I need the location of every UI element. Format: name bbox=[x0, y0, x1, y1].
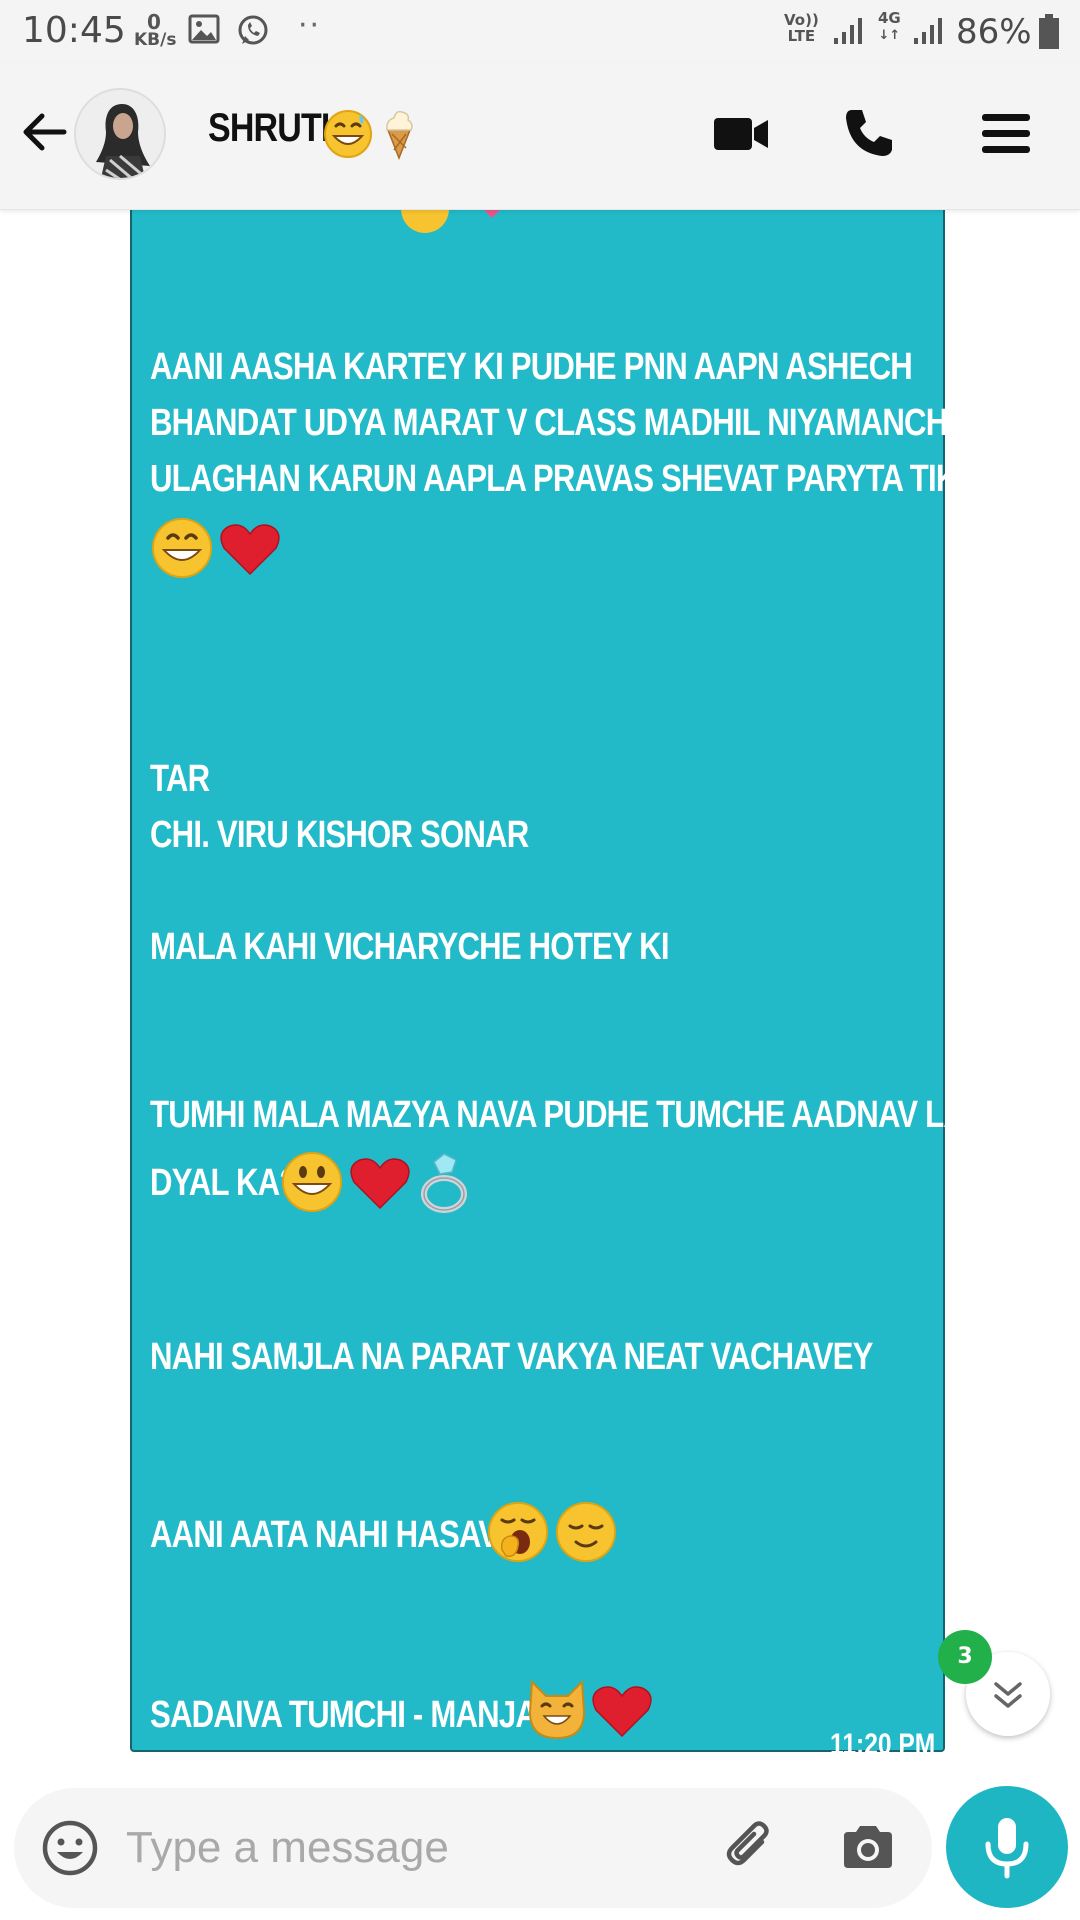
camera-icon[interactable] bbox=[838, 1818, 898, 1878]
message-line: BHANDAT UDYA MARAT V CLASS MADHIL NIYAMA… bbox=[150, 402, 968, 444]
whatsapp-icon bbox=[238, 15, 268, 45]
message-timestamp: 11:20 PM bbox=[830, 1728, 936, 1761]
message-line: CHI. VIRU KISHOR SONAR bbox=[150, 814, 529, 856]
gallery-icon bbox=[188, 14, 220, 44]
net-speed-unit: KB/s bbox=[134, 30, 177, 50]
video-call-icon[interactable] bbox=[712, 112, 772, 156]
message-line: AANI AASHA KARTEY KI PUDHE PNN AAPN ASHE… bbox=[150, 346, 913, 388]
red-heart-emoji-icon bbox=[350, 1158, 410, 1210]
ice-cream-emoji-icon bbox=[386, 110, 413, 160]
message-input[interactable] bbox=[126, 1816, 686, 1880]
network-type: 4G ↓↑ bbox=[878, 10, 901, 44]
message-composer bbox=[14, 1788, 932, 1908]
battery-percentage: 86% bbox=[956, 12, 1032, 52]
more-notifications-icon: ·· bbox=[298, 8, 322, 43]
voice-call-icon[interactable] bbox=[842, 106, 896, 160]
message-line: ULAGHAN KARUN AAPLA PRAVAS SHEVAT PARYTA… bbox=[150, 458, 1017, 500]
message-line: SADAIVA TUMCHI - MANJAR bbox=[150, 1694, 560, 1736]
attach-icon[interactable] bbox=[718, 1816, 782, 1880]
back-arrow-icon[interactable] bbox=[18, 106, 70, 158]
red-heart-emoji-icon bbox=[220, 524, 280, 576]
chat-messages-area[interactable]: AANI AASHA KARTEY KI PUDHE PNN AAPN ASHE… bbox=[0, 210, 1080, 1770]
partial-emoji-icon bbox=[401, 210, 449, 233]
message-line: TUMHI MALA MAZYA NAVA PUDHE TUMCHE AADNA… bbox=[150, 1094, 988, 1136]
chat-header: SHRUTI bbox=[0, 64, 1080, 210]
message-line: TAR bbox=[150, 758, 210, 800]
message-line: AANI AATA NAHI HASAVE bbox=[150, 1514, 519, 1556]
contact-avatar[interactable] bbox=[74, 88, 166, 180]
mic-button[interactable] bbox=[946, 1786, 1068, 1908]
unread-count-badge[interactable]: 3 bbox=[938, 1630, 992, 1684]
microphone-icon bbox=[985, 1818, 1029, 1879]
grinning-face-emoji-icon bbox=[152, 518, 212, 578]
network-type-label: 4G bbox=[878, 9, 901, 27]
emoji-picker-icon[interactable] bbox=[40, 1818, 100, 1878]
message-line: NAHI SAMJLA NA PARAT VAKYA NEAT VACHAVEY bbox=[150, 1336, 873, 1378]
volte-line2: LTE bbox=[787, 27, 816, 45]
status-bar: 10:45 0 KB/s ·· Vo)) LTE 4G ↓↑ 86% bbox=[0, 0, 1080, 64]
cat-face-emoji-icon bbox=[528, 1679, 586, 1740]
grinning-sweat-emoji-icon bbox=[324, 110, 372, 158]
data-arrows-icon: ↓↑ bbox=[878, 28, 901, 43]
avatar-photo bbox=[76, 90, 164, 178]
red-heart-emoji-icon bbox=[592, 1686, 652, 1738]
battery-icon bbox=[1039, 14, 1059, 49]
smiley-emoji-icon bbox=[282, 1152, 342, 1212]
volte-indicator: Vo)) LTE bbox=[784, 12, 819, 44]
signal-icon bbox=[834, 18, 862, 44]
ring-emoji-icon bbox=[421, 1153, 467, 1213]
message-line: DYAL KA? bbox=[150, 1162, 298, 1204]
signal-2-icon bbox=[914, 18, 942, 44]
volte-line1: Vo)) bbox=[784, 11, 819, 29]
partial-heart-icon bbox=[484, 210, 500, 218]
net-speed: 0 KB/s bbox=[134, 10, 177, 50]
net-speed-value: 0 bbox=[147, 10, 161, 34]
menu-icon[interactable] bbox=[980, 108, 1032, 160]
yawning-face-emoji-icon bbox=[488, 1502, 548, 1562]
contact-name[interactable]: SHRUTI bbox=[208, 106, 330, 151]
relieved-face-emoji-icon bbox=[556, 1502, 616, 1562]
message-line: MALA KAHI VICHARYCHE HOTEY KI bbox=[150, 926, 669, 968]
status-time: 10:45 bbox=[22, 10, 126, 51]
